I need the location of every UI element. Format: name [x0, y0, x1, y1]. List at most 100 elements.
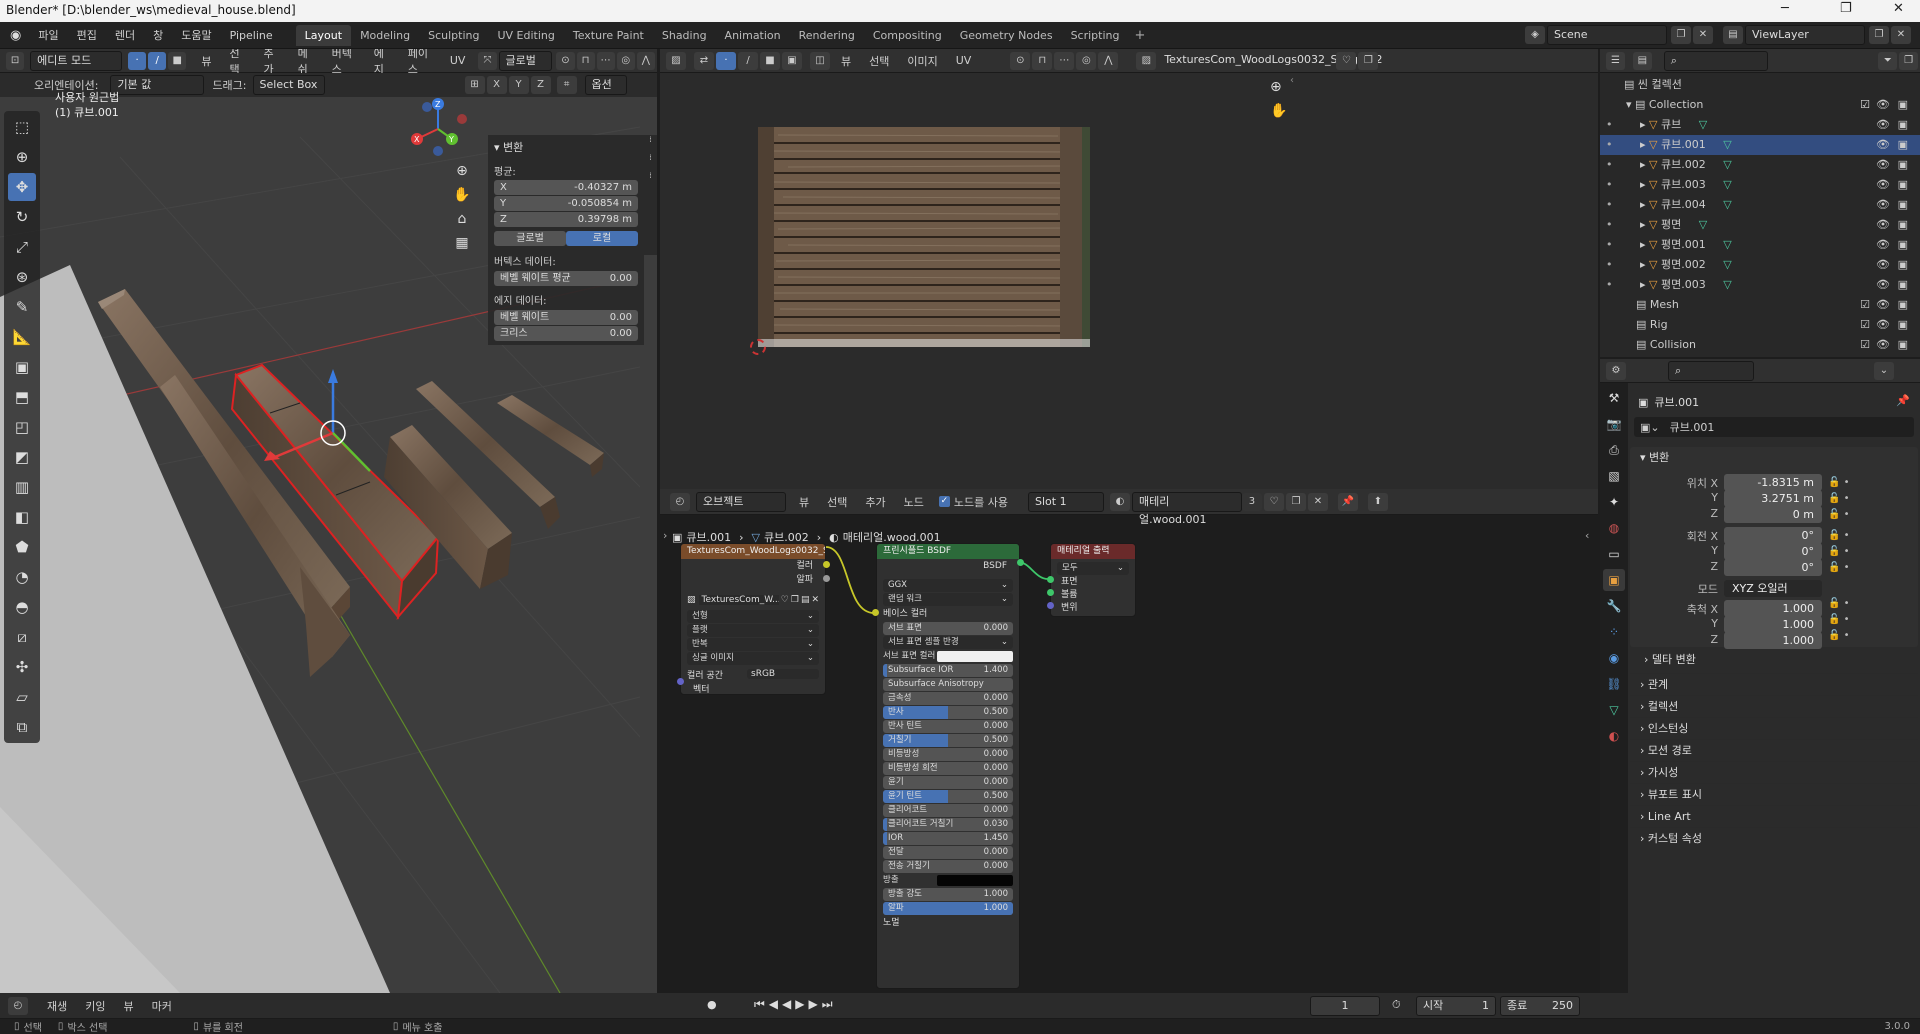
modifier-tab-icon[interactable]: 🔧 [1603, 595, 1625, 617]
outliner-item[interactable]: • ▸ ▽ 평면.001 ▽ 👁 ▣ [1600, 235, 1920, 255]
image-node-fake-user-icon[interactable]: ♡ [781, 595, 789, 605]
properties-pin-icon[interactable]: 📌 [1896, 394, 1910, 407]
visibility-icon[interactable]: 👁 [1876, 135, 1890, 155]
bsdf-node-title[interactable]: 프린시플드 BSDF [877, 544, 1019, 559]
surface-socket[interactable] [1047, 576, 1054, 583]
lock-icon[interactable]: 🔓 • [1828, 628, 1850, 644]
bsdf-property[interactable]: 윤기 틴트 0.500 [883, 790, 1013, 803]
collection-visibility-icon[interactable]: 👁 [1876, 95, 1890, 115]
output-target-dropdown[interactable]: 모두 ⌄ [1057, 562, 1129, 575]
render-icon[interactable]: ▣ [1898, 135, 1908, 155]
tab-workspace[interactable]: Scripting [1062, 25, 1129, 46]
playback-controls[interactable]: ⏮◀◀▶▶⏭ [754, 997, 837, 1012]
transform-tool-icon[interactable]: ⊛ [8, 263, 36, 291]
extension-dropdown[interactable]: 반복 ⌄ [687, 638, 819, 651]
source-dropdown[interactable]: 싱글 이미지 ⌄ [687, 652, 819, 665]
mesh-data-icon[interactable]: ▽ [1695, 218, 1707, 231]
menu-item[interactable]: 파일 [29, 27, 67, 43]
blender-logo-icon[interactable]: ◉ [10, 28, 21, 43]
outliner-item[interactable]: • ▸ ▽ 평면 ▽ 👁 ▣ [1600, 215, 1920, 235]
bsdf-property[interactable]: 거칠기 0.500 [883, 734, 1013, 747]
visibility-icon[interactable]: 👁 [1876, 115, 1890, 135]
bsdf-property[interactable]: 알파 1.000 [883, 902, 1013, 915]
timeline-menu-item[interactable]: 뷰 [115, 998, 143, 1014]
tool-tab-icon[interactable]: ⚒ [1603, 387, 1625, 409]
image-node-unlink-icon[interactable]: ✕ [811, 595, 819, 605]
vector-in-socket[interactable] [677, 678, 684, 685]
interpolation-dropdown[interactable]: 선형 ⌄ [687, 610, 819, 623]
principled-bsdf-node[interactable]: 프린시플드 BSDF BSDF GGX ⌄ 랜덤 워크 ⌄ 베이스 컬러 서브 표면… [876, 543, 1020, 989]
image-editor-type-icon[interactable]: ▨ [666, 51, 686, 70]
outliner[interactable]: ☰ ▤ ⌕ ⏷ ❐ ▤ 씬 컬렉션 ▾ ▤ Collection ☑ 👁 ▣ •… [1600, 49, 1920, 357]
image-menu-item[interactable]: 선택 [860, 53, 898, 69]
mesh-data-icon[interactable]: ▽ [1720, 258, 1731, 271]
property-section[interactable]: › 뷰포트 표시 [1630, 783, 1918, 805]
expand-icon[interactable]: ▸ [1640, 138, 1649, 151]
bsdf-property[interactable]: 금속성 0.000 [883, 692, 1013, 705]
scale-z-field[interactable]: 1.000 [1724, 632, 1822, 649]
options-dropdown[interactable]: 옵션 [584, 75, 627, 95]
collection-checkbox[interactable]: ☑ [1860, 315, 1870, 335]
lock-icon[interactable]: 🔓 • [1828, 507, 1850, 523]
property-section[interactable]: › 커스텀 속성 [1630, 827, 1918, 849]
move-tool-icon[interactable]: ✥ [8, 173, 36, 201]
image-browse-icon[interactable]: ▨ [1136, 51, 1157, 70]
bsdf-property[interactable]: 반사 0.500 [883, 706, 1013, 719]
base-color-socket[interactable] [872, 609, 879, 616]
lock-icon[interactable]: 🔓 • [1828, 544, 1850, 560]
expand-icon[interactable]: ▸ [1640, 258, 1649, 271]
image-new-icon[interactable]: ❐ [1358, 51, 1379, 70]
menu-item[interactable]: Pipeline [221, 29, 282, 42]
median-y-field[interactable]: Y -0.050854 m [494, 196, 638, 211]
tab-workspace[interactable]: Sculpting [419, 25, 488, 46]
uv-snap-target-icon[interactable]: ⋯ [1054, 51, 1075, 70]
render-icon[interactable]: ▣ [1898, 155, 1908, 175]
bsdf-property[interactable]: 반사 틴트 0.000 [883, 720, 1013, 733]
scene-icon[interactable]: ◈ [1525, 26, 1545, 44]
image-datablock[interactable]: TexturesCom_W... [698, 595, 779, 605]
material-tab-icon[interactable]: ◐ [1603, 725, 1625, 747]
knife-tool-icon[interactable]: ◧ [8, 503, 36, 531]
uv-face-icon[interactable]: ■ [760, 51, 780, 70]
outliner-item[interactable]: • ▸ ▽ 큐브 ▽ 👁 ▣ [1600, 115, 1920, 135]
visibility-icon[interactable]: 👁 [1876, 155, 1890, 175]
property-section[interactable]: › 인스턴싱 [1630, 717, 1918, 739]
collection-checkbox[interactable]: ☑ [1860, 335, 1870, 355]
delta-transform-section[interactable]: › 델타 변환 [1644, 649, 1696, 671]
ortho-grid-icon[interactable]: ▦ [452, 231, 472, 255]
mirror-x[interactable]: X [486, 76, 507, 94]
uv-falloff-icon[interactable]: ⋀ [1098, 51, 1119, 70]
color-out-socket[interactable] [823, 561, 830, 568]
bsdf-out-socket[interactable] [1017, 559, 1024, 566]
smooth-tool-icon[interactable]: ◓ [8, 593, 36, 621]
bsdf-property[interactable]: 클리어코트 거칠기 0.030 [883, 818, 1013, 831]
editor-type-icon[interactable]: ⊡ [6, 51, 25, 70]
image-browse-icon[interactable]: ▨ [687, 595, 696, 605]
collection-checkbox[interactable]: ☑ [1860, 295, 1870, 315]
property-section[interactable]: › 컬렉션 [1630, 695, 1918, 717]
mesh-data-icon[interactable]: ▽ [1720, 138, 1731, 151]
property-section[interactable]: › 모션 경로 [1630, 739, 1918, 761]
property-section[interactable]: › Line Art [1630, 805, 1918, 827]
tab-workspace[interactable]: Texture Paint [564, 25, 653, 46]
mesh-data-icon[interactable]: ▽ [1720, 198, 1731, 211]
properties-search-input[interactable]: ⌕ [1668, 360, 1754, 381]
log-short-2[interactable] [497, 395, 604, 465]
transform-orientation[interactable]: 글로벌 [498, 50, 553, 71]
outliner-collection[interactable]: ▤ Collision ☑ 👁 ▣ [1600, 335, 1920, 355]
object-tab-icon[interactable]: ▣ [1603, 569, 1625, 591]
shear-tool-icon[interactable]: ▱ [8, 683, 36, 711]
image-zoom-icon[interactable]: ⊕ [1270, 75, 1287, 99]
scene-collection-row[interactable]: ▤ 씬 컬렉션 [1600, 75, 1920, 95]
edge-select-icon[interactable]: / [148, 51, 167, 70]
image-menu-item[interactable]: UV [947, 54, 981, 67]
expand-icon[interactable]: ▸ [1640, 158, 1649, 171]
viewlayer-icon[interactable]: ▤ [1723, 26, 1743, 44]
camera-icon[interactable]: ⌂ [452, 207, 472, 231]
viewport-menu-item[interactable]: 뷰 [192, 53, 220, 69]
expand-icon[interactable]: ▸ [1640, 198, 1649, 211]
tab-workspace[interactable]: Compositing [864, 25, 951, 46]
vertex-select-icon[interactable]: · [128, 51, 147, 70]
visibility-icon[interactable]: 👁 [1876, 295, 1890, 315]
select-box-tool-icon[interactable]: ⬚ [8, 113, 36, 141]
